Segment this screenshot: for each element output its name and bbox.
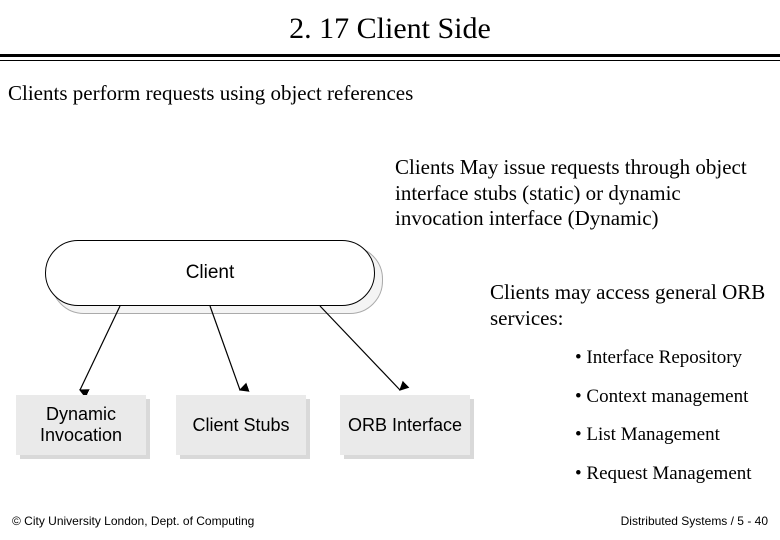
- client-oval: Client: [45, 240, 375, 306]
- box-client-stubs: Client Stubs: [176, 395, 306, 455]
- box-label: Dynamic Invocation: [16, 404, 146, 445]
- box-label: ORB Interface: [348, 415, 462, 436]
- bullet-item: • Context management: [575, 384, 780, 411]
- title-divider: [0, 54, 780, 66]
- box-dynamic-invocation: Dynamic Invocation: [16, 395, 146, 455]
- client-label: Client: [186, 262, 235, 284]
- bullet-item: • Interface Repository: [575, 345, 780, 372]
- footer-left: © City University London, Dept. of Compu…: [12, 514, 254, 528]
- intro-text: Clients perform requests using object re…: [0, 66, 780, 106]
- paragraph-static-dynamic: Clients May issue requests through objec…: [395, 155, 765, 232]
- bullet-item: • Request Management: [575, 461, 780, 488]
- paragraph-orb-services: Clients may access general ORB services:: [490, 280, 770, 331]
- footer-right: Distributed Systems / 5 - 40: [621, 514, 768, 528]
- slide-footer: © City University London, Dept. of Compu…: [12, 514, 768, 528]
- slide-title: 2. 17 Client Side: [0, 0, 780, 54]
- box-orb-interface: ORB Interface: [340, 395, 470, 455]
- bullet-item: • List Management: [575, 422, 780, 449]
- bullet-list: • Interface Repository • Context managem…: [575, 345, 780, 499]
- box-label: Client Stubs: [192, 415, 289, 436]
